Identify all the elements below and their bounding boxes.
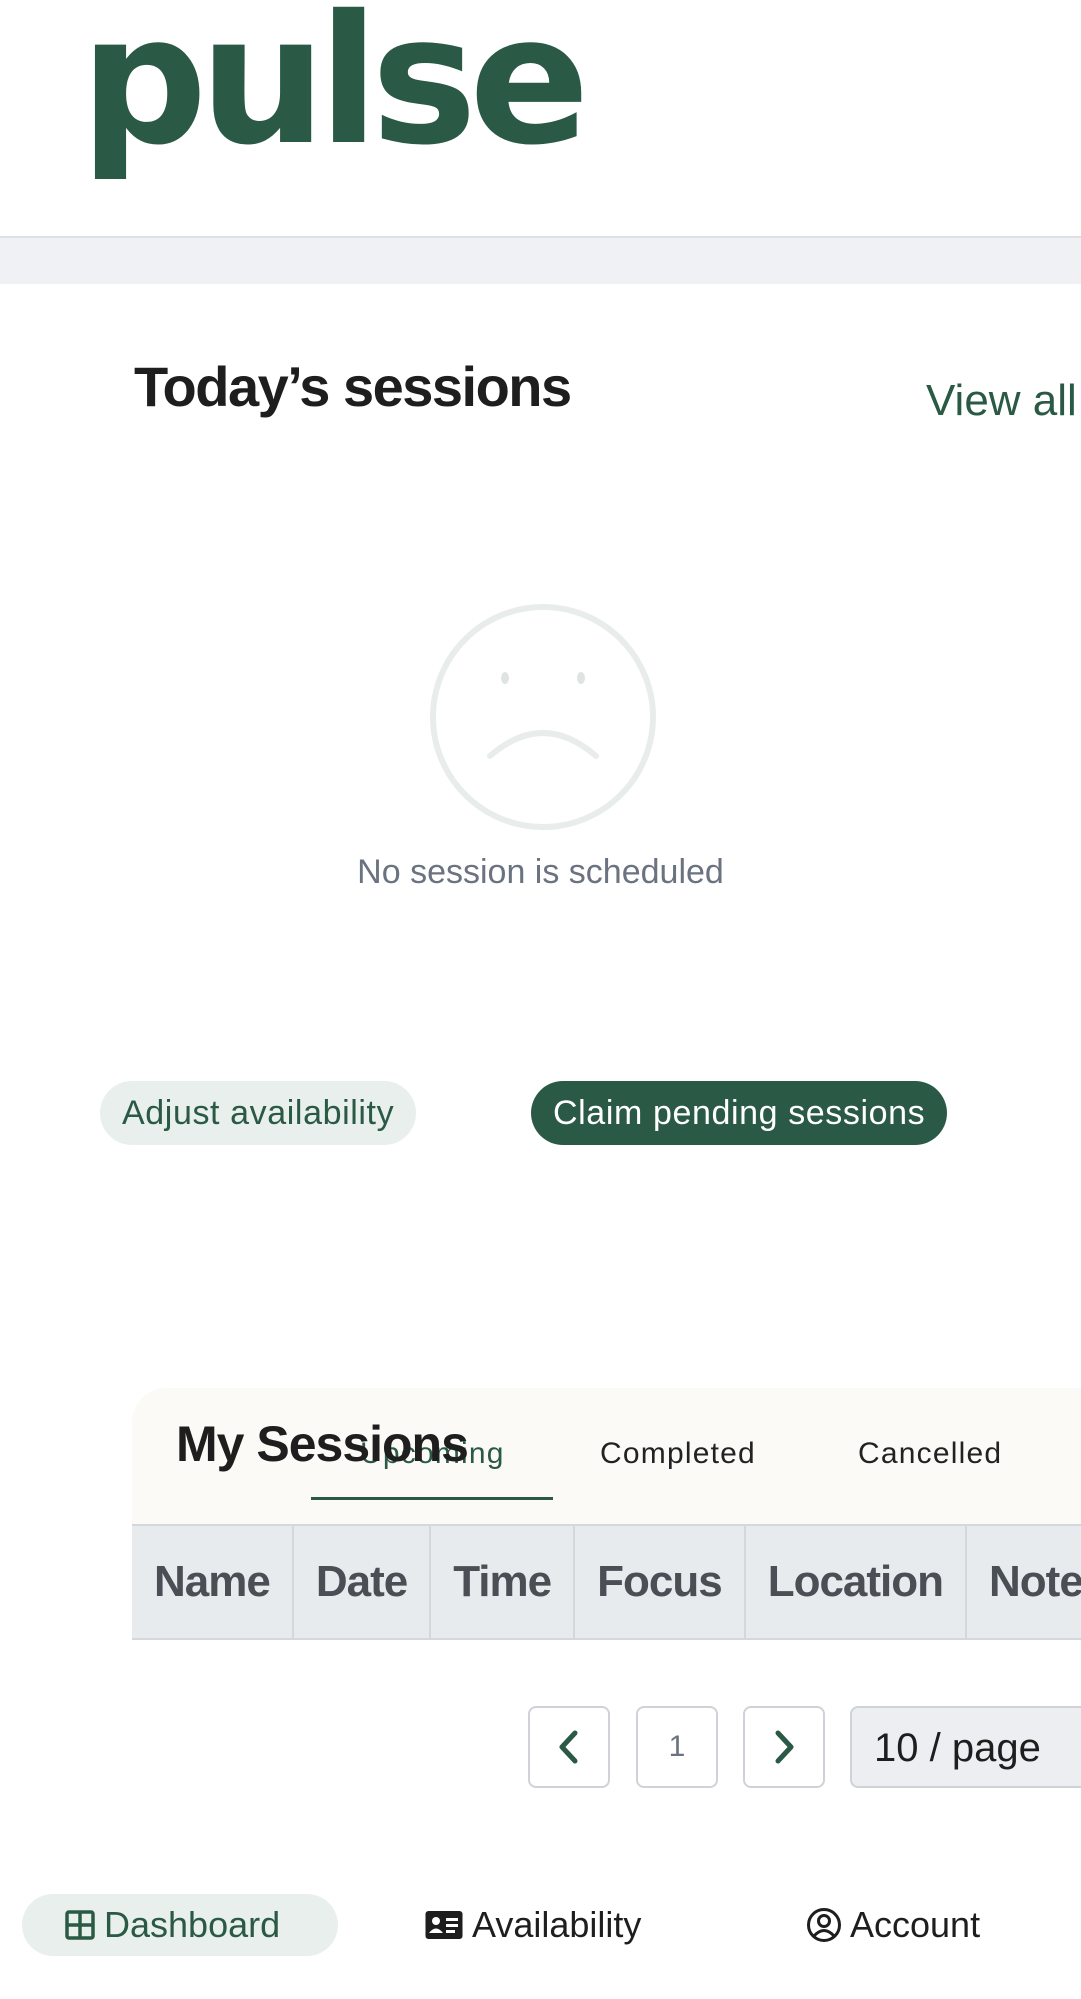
nav-account-label: Account xyxy=(850,1904,981,1945)
nav-dashboard-label: Dashboard xyxy=(104,1904,281,1945)
sad-face-icon xyxy=(430,604,656,830)
column-header-time[interactable]: Time xyxy=(431,1526,576,1638)
page-1-button[interactable]: 1 xyxy=(636,1706,718,1788)
grid-icon xyxy=(65,1910,95,1940)
active-tab-indicator xyxy=(311,1497,553,1500)
app-header: pulse xyxy=(0,0,1081,238)
pulse-logo[interactable]: pulse xyxy=(80,0,590,170)
page-number: 1 xyxy=(668,1730,686,1763)
user-circle-icon xyxy=(807,1908,841,1942)
tab-completed[interactable]: Completed xyxy=(600,1437,756,1471)
column-header-date[interactable]: Date xyxy=(294,1526,432,1638)
adjust-availability-button[interactable]: Adjust availability xyxy=(100,1081,417,1145)
chevron-left-icon xyxy=(559,1730,578,1764)
claim-pending-sessions-button[interactable]: Claim pending sessions xyxy=(531,1081,948,1145)
tab-cancelled[interactable]: Cancelled xyxy=(858,1437,1002,1471)
nav-account[interactable]: Account xyxy=(806,1894,980,1956)
id-card-icon xyxy=(425,1911,463,1939)
next-page-button[interactable] xyxy=(743,1706,825,1788)
empty-state-text: No session is scheduled xyxy=(357,853,724,891)
column-header-focus[interactable]: Focus xyxy=(575,1526,746,1638)
nav-availability[interactable]: Availability xyxy=(424,1894,641,1956)
page-size-select[interactable]: 10 / page xyxy=(850,1706,1081,1788)
column-header-location[interactable]: Location xyxy=(746,1526,968,1638)
chevron-right-icon xyxy=(775,1730,794,1764)
sessions-table-header: Name Date Time Focus Location Notes xyxy=(132,1524,1081,1640)
view-all-link[interactable]: View all xyxy=(926,376,1077,426)
todays-sessions-title: Today’s sessions xyxy=(134,355,572,418)
my-sessions-title: My Sessions xyxy=(176,1416,469,1472)
column-header-notes[interactable]: Notes xyxy=(967,1526,1081,1638)
column-header-name[interactable]: Name xyxy=(132,1526,294,1638)
nav-availability-label: Availability xyxy=(472,1904,642,1945)
nav-dashboard[interactable]: Dashboard xyxy=(22,1894,338,1956)
header-divider-band xyxy=(0,238,1081,284)
previous-page-button[interactable] xyxy=(528,1706,610,1788)
